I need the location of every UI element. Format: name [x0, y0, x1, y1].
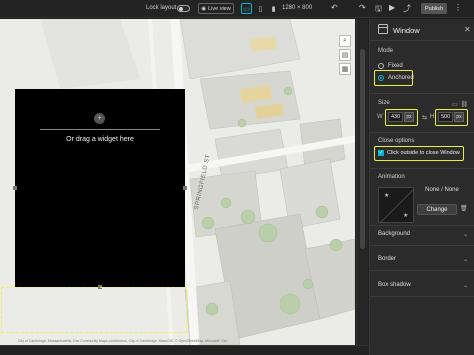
chevron-down-icon[interactable]: ⌄ [463, 282, 468, 289]
lock-ratio-icon[interactable]: ⛓ [461, 101, 469, 108]
publish-button[interactable]: Publish [421, 3, 447, 14]
preview-icon[interactable]: ▶ [389, 3, 395, 12]
animation-preview[interactable]: ★ ★ [378, 187, 414, 223]
layers-icon[interactable]: ▤ [339, 49, 351, 61]
background-section[interactable]: Background [378, 231, 410, 237]
divider [370, 93, 474, 94]
mode-label: Mode [378, 48, 394, 54]
zoom-in-icon[interactable]: ⌕ [339, 35, 351, 47]
divider [370, 168, 474, 169]
width-input[interactable]: 430 [388, 112, 403, 122]
canvas-bottom-bar [0, 345, 369, 355]
resize-handle-right[interactable] [183, 186, 187, 190]
star-icon: ★ [403, 213, 409, 219]
save-icon[interactable]: 🖫 [375, 3, 382, 17]
animation-value: None / None [425, 187, 459, 193]
anchor-selection-frame [1, 287, 187, 333]
map-tools: ⌕ ▤ ▦ [339, 35, 351, 75]
widget-placeholder-text: Or drag a widget here [66, 136, 134, 143]
add-widget-icon[interactable]: + [94, 113, 105, 124]
share-icon[interactable]: ⤴ [403, 3, 411, 14]
resize-handle-left[interactable] [13, 186, 17, 190]
mode-fixed-option[interactable]: Fixed [378, 63, 403, 69]
radio-anchored[interactable] [378, 75, 384, 81]
close-outside-checkbox[interactable]: ✓ [378, 150, 384, 156]
change-animation-button[interactable]: Change [417, 204, 457, 215]
width-label: W [377, 114, 383, 120]
size-tools: ▭ ⛓ [452, 101, 468, 108]
undo-icon[interactable]: ↶ [331, 3, 338, 12]
settings-panel: Window ✕ Mode Fixed Anchored Size ▭ ⛓ W … [369, 19, 474, 355]
eye-icon: ◉ [201, 5, 207, 12]
desktop-device-button[interactable]: ▭ [241, 3, 252, 14]
phone-device-button[interactable]: ▮ [268, 3, 279, 14]
box-shadow-section[interactable]: Box shadow [378, 282, 411, 288]
tablet-device-button[interactable]: ▯ [255, 3, 266, 14]
lock-layout-toggle[interactable] [177, 5, 190, 12]
border-section[interactable]: Border [378, 256, 396, 262]
lock-layout-label: Lock layout [146, 5, 177, 11]
canvas-scrollbar[interactable] [356, 19, 368, 345]
trash-icon[interactable]: 🗑 [460, 205, 468, 212]
divider [370, 132, 474, 133]
divider [370, 225, 474, 226]
mode-fixed-label: Fixed [388, 63, 403, 69]
divider [370, 296, 474, 297]
divider [370, 270, 474, 271]
top-toolbar: Lock layout ◉ Live view ▭ ▯ ▮ 1280 × 800… [0, 0, 474, 18]
map-canvas[interactable]: SPRINGFIELD ST ⌕ ▤ ▦ + Or drag a widget … [0, 19, 355, 345]
chevron-down-icon[interactable]: ⌄ [463, 256, 468, 263]
fit-screen-icon[interactable]: ▭ [452, 101, 458, 108]
scrollbar-thumb[interactable] [360, 49, 365, 249]
window-icon [378, 24, 388, 34]
animation-label: Animation [378, 174, 405, 180]
more-options-icon[interactable]: ⋮ [454, 3, 462, 12]
size-label: Size [378, 100, 390, 106]
redo-icon[interactable]: ↷ [359, 3, 366, 12]
radio-fixed[interactable] [378, 63, 384, 69]
chevron-down-icon[interactable]: ⌄ [463, 231, 468, 238]
close-panel-icon[interactable]: ✕ [464, 25, 471, 34]
close-options-label: Close options [378, 138, 415, 144]
height-label: H [430, 114, 435, 120]
panel-title: Window [393, 26, 420, 35]
live-view-label: Live view [208, 5, 231, 12]
link-icon[interactable]: ⇆ [422, 114, 427, 121]
mode-anchored-label: Anchored [388, 75, 414, 81]
placeholder-divider [40, 129, 160, 130]
resolution-dropdown[interactable]: 1280 × 800 [282, 5, 312, 11]
divider [370, 245, 474, 246]
window-widget[interactable]: + Or drag a widget here [13, 89, 187, 289]
basemap-icon[interactable]: ▦ [339, 63, 351, 75]
mode-anchored-option[interactable]: Anchored [378, 75, 414, 81]
width-unit-button[interactable]: px [404, 112, 414, 122]
live-view-button[interactable]: ◉ Live view [198, 3, 234, 14]
panel-header: Window ✕ [370, 19, 474, 41]
star-icon: ★ [384, 193, 390, 199]
map-attribution: City of Cambridge, Massachusetts, Esri C… [18, 339, 228, 343]
height-unit-button[interactable]: px [454, 112, 464, 122]
height-input[interactable]: 500 [438, 112, 453, 122]
close-outside-label: Click outside to close Window [387, 150, 460, 156]
